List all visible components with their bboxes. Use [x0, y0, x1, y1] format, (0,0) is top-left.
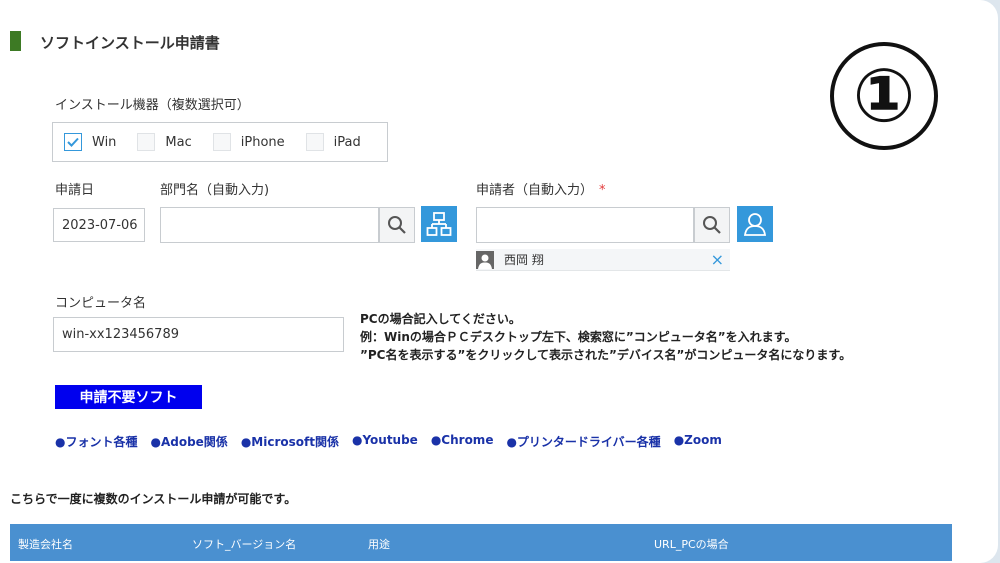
- column-header: 製造会社名: [18, 538, 73, 551]
- step-number-badge: ①: [830, 42, 938, 150]
- checkbox-icon[interactable]: [212, 133, 231, 151]
- multi-install-info: こちらで一度に複数のインストール申請が可能です。: [10, 492, 297, 506]
- column-header: URL_PCの場合: [654, 538, 729, 551]
- checkbox-checked-icon[interactable]: [64, 133, 82, 151]
- computer-name-input[interactable]: win-xx123456789: [53, 317, 344, 352]
- search-icon: [388, 216, 406, 234]
- software-table-header: 製造会社名 ソフト_バージョン名 用途 URL_PCの場合: [10, 524, 952, 561]
- user-picker-button[interactable]: [737, 206, 773, 242]
- computer-name-note: PCの場合記入してください。 例：Winの場合ＰＣデスクトップ左下、検索窓に”コ…: [360, 310, 851, 364]
- list-item: ●Chrome: [430, 433, 494, 447]
- note-line-3: ”PC名を表示する”をクリックして表示された”デバイス名”がコンピュータ名になり…: [360, 348, 852, 362]
- department-input[interactable]: [160, 207, 379, 243]
- title-accent-bar: [10, 31, 21, 51]
- department-label: 部門名（自動入力): [160, 183, 270, 198]
- devices-label: インストール機器（複数選択可）: [55, 98, 250, 113]
- user-avatar-icon: [476, 250, 494, 269]
- column-header: ソフト_バージョン名: [192, 538, 297, 551]
- device-option-label: Win: [92, 134, 117, 150]
- list-item: ●Microsoft関係: [240, 435, 339, 449]
- list-item: ●プリンタードライバー各種: [506, 435, 661, 449]
- org-chart-button[interactable]: [421, 206, 457, 242]
- required-mark: *: [599, 183, 606, 198]
- user-icon: [743, 213, 767, 236]
- org-chart-icon: [426, 212, 452, 236]
- applicant-search-button[interactable]: [694, 207, 730, 243]
- device-option-label: iPad: [333, 134, 361, 150]
- list-item: ●Zoom: [673, 433, 722, 447]
- search-icon: [703, 216, 721, 234]
- device-option-mac[interactable]: Mac: [137, 133, 192, 151]
- applicant-input[interactable]: [476, 207, 694, 243]
- list-item: ●Youtube: [351, 433, 418, 447]
- applicant-label: 申請者（自動入力） *: [476, 179, 606, 198]
- application-date-label: 申請日: [55, 183, 95, 198]
- remove-user-icon[interactable]: ×: [711, 250, 724, 269]
- checkbox-icon[interactable]: [137, 133, 156, 151]
- department-search-button[interactable]: [379, 207, 415, 243]
- list-item: ●フォント各種: [55, 435, 138, 449]
- computer-name-label: コンピュータ名: [55, 296, 147, 311]
- device-option-ipad[interactable]: iPad: [305, 133, 361, 151]
- device-option-iphone[interactable]: iPhone: [212, 133, 285, 151]
- applicant-label-text: 申請者（自動入力）: [476, 183, 594, 198]
- note-line-1: PCの場合記入してください。: [360, 312, 521, 326]
- note-line-2: 例：Winの場合ＰＣデスクトップ左下、検索窓に”コンピュータ名”を入れます。: [360, 330, 797, 344]
- device-option-win[interactable]: Win: [64, 133, 116, 151]
- device-option-label: iPhone: [240, 134, 285, 150]
- selected-user-tag: 西岡 翔 ×: [476, 249, 730, 271]
- application-date-field[interactable]: 2023-07-06: [53, 208, 145, 242]
- selected-user-name: 西岡 翔: [504, 253, 544, 267]
- checkbox-icon[interactable]: [305, 133, 324, 151]
- device-option-label: Mac: [165, 134, 192, 150]
- devices-checkbox-group: Win Mac iPhone iPad: [52, 122, 388, 162]
- list-item: ●Adobe関係: [150, 435, 228, 449]
- page-title: ソフトインストール申請書: [40, 34, 220, 52]
- column-header: 用途: [368, 538, 390, 551]
- form-card: ソフトインストール申請書 ① インストール機器（複数選択可） Win Mac i…: [0, 0, 998, 563]
- no-application-list: ●フォント各種 ●Adobe関係 ●Microsoft関係 ●Youtube ●…: [55, 433, 735, 450]
- no-application-badge: 申請不要ソフト: [55, 385, 202, 409]
